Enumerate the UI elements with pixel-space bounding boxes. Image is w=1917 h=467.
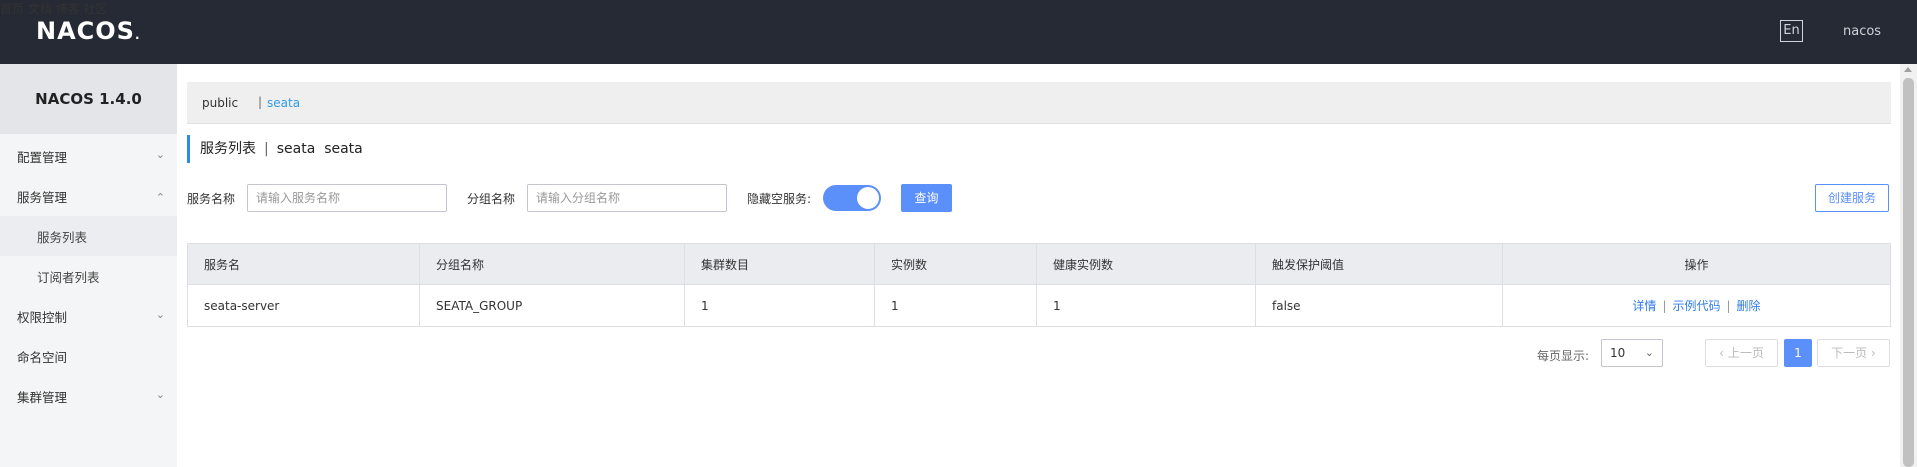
scroll-up-arrow-icon[interactable] — [1904, 67, 1912, 72]
version-label: NACOS 1.4.0 — [0, 64, 177, 134]
cell-group-name: SEATA_GROUP — [420, 285, 685, 326]
namespace-bar: public | seata — [187, 82, 1891, 124]
vertical-scrollbar[interactable] — [1900, 64, 1917, 467]
sidebar-item-service-management[interactable]: 服务管理 ⌃ — [0, 176, 177, 216]
cell-protect-threshold: false — [1256, 285, 1503, 326]
service-table: 服务名 分组名称 集群数目 实例数 健康实例数 触发保护阈值 操作 seata-… — [187, 243, 1891, 327]
namespace-public-link[interactable]: public — [202, 96, 238, 110]
scroll-thumb[interactable] — [1903, 78, 1914, 467]
col-healthy-count: 健康实例数 — [1037, 244, 1256, 284]
col-group-name: 分组名称 — [420, 244, 685, 284]
op-separator: | — [1662, 298, 1667, 313]
sidebar-item-access-control[interactable]: 权限控制 ⌄ — [0, 296, 177, 336]
hide-empty-toggle[interactable] — [823, 185, 881, 211]
per-page-label: 每页显示: — [1537, 349, 1590, 363]
service-name-input[interactable]: 请输入服务名称 — [247, 184, 447, 212]
col-cluster-count: 集群数目 — [685, 244, 875, 284]
group-name-label: 分组名称 — [467, 192, 516, 206]
query-button[interactable]: 查询 — [901, 184, 952, 212]
nav-docs[interactable]: 文档 — [28, 2, 52, 16]
detail-link[interactable]: 详情 — [1632, 297, 1656, 314]
chevron-down-icon: ⌄ — [155, 308, 165, 321]
page-title: 服务列表 | seata seata — [187, 135, 363, 163]
cell-operations: 详情 | 示例代码 | 删除 — [1503, 285, 1890, 326]
sidebar-item-namespace[interactable]: 命名空间 — [0, 336, 177, 376]
table-header: 服务名 分组名称 集群数目 实例数 健康实例数 触发保护阈值 操作 — [188, 244, 1890, 285]
cell-service-name: seata-server — [188, 285, 420, 326]
op-separator: | — [1726, 298, 1731, 313]
user-name[interactable]: nacos — [1843, 24, 1881, 39]
cell-healthy-count: 1 — [1037, 285, 1256, 326]
sidebar: NACOS 1.4.0 配置管理 ⌄ 服务管理 ⌃ 服务列表 订阅者列表 权限控… — [0, 64, 177, 467]
main-content: public | seata 服务列表 | seata seata 服务名称 请输入… — [177, 64, 1900, 467]
cell-instance-count: 1 — [875, 285, 1037, 326]
create-service-button[interactable]: 创建服务 — [1815, 184, 1889, 212]
col-protect-threshold: 触发保护阈值 — [1256, 244, 1503, 284]
col-service-name: 服务名 — [188, 244, 420, 284]
toggle-knob — [857, 187, 879, 209]
chevron-down-icon: ⌄ — [1644, 346, 1654, 359]
prev-page-button[interactable]: ‹ 上一页 — [1705, 339, 1778, 367]
next-page-button[interactable]: 下一页 › — [1817, 339, 1890, 367]
namespace-separator: | — [258, 95, 263, 109]
cell-cluster-count: 1 — [685, 285, 875, 326]
col-operations: 操作 — [1684, 257, 1709, 272]
nacos-logo[interactable]: NACOS. — [36, 17, 141, 45]
nav-blog[interactable]: 博客 — [56, 2, 80, 16]
language-toggle-button[interactable]: En — [1780, 20, 1803, 42]
delete-link[interactable]: 删除 — [1737, 297, 1761, 314]
hide-empty-label: 隐藏空服务: — [747, 192, 812, 206]
sample-code-link[interactable]: 示例代码 — [1672, 297, 1720, 314]
chevron-down-icon: ⌄ — [155, 388, 165, 401]
top-bar: NACOS. 首页 文档 博客 社区 En nacos — [0, 0, 1917, 64]
chevron-left-icon: ‹ — [1719, 346, 1724, 360]
sidebar-item-subscriber-list[interactable]: 订阅者列表 — [0, 256, 177, 296]
chevron-right-icon: › — [1871, 346, 1876, 360]
per-page-select[interactable]: 10 ⌄ — [1601, 339, 1663, 367]
sidebar-item-service-list[interactable]: 服务列表 — [0, 216, 177, 256]
col-instance-count: 实例数 — [875, 244, 1037, 284]
sidebar-item-config-management[interactable]: 配置管理 ⌄ — [0, 136, 177, 176]
page-1-button[interactable]: 1 — [1784, 339, 1812, 367]
namespace-seata-link[interactable]: seata — [267, 96, 300, 110]
chevron-down-icon: ⌄ — [155, 148, 165, 161]
sidebar-item-cluster-management[interactable]: 集群管理 ⌄ — [0, 376, 177, 416]
chevron-up-icon: ⌃ — [155, 191, 165, 204]
service-name-label: 服务名称 — [187, 192, 236, 206]
nav-community[interactable]: 社区 — [84, 2, 108, 16]
table-row: seata-server SEATA_GROUP 1 1 1 false 详情 … — [188, 285, 1890, 326]
group-name-input[interactable]: 请输入分组名称 — [527, 184, 727, 212]
nav-home[interactable]: 首页 — [0, 2, 24, 16]
